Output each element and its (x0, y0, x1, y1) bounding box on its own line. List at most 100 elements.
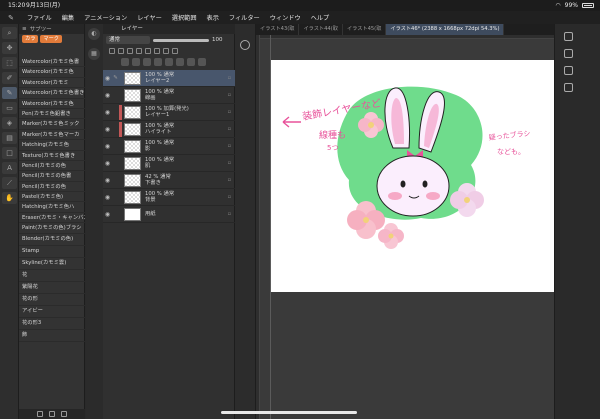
subtool-settings-icon[interactable] (37, 411, 43, 417)
layer-row[interactable]: ◉ ✎ 100 % 通常 レイヤー2 ▫ (103, 70, 235, 87)
brush-item[interactable]: Watercolor(カモミ色 (19, 67, 85, 78)
color-set-icon[interactable] (564, 83, 573, 92)
brush-item[interactable]: Watercolor(カモミ色書 (19, 57, 85, 68)
brush-item[interactable]: Paint(カモミの色)ブラシ (19, 223, 85, 234)
menu-window[interactable]: ウィンドウ (265, 13, 306, 22)
mask-add-icon[interactable] (176, 58, 184, 66)
gradient-tool-icon[interactable]: ▤ (2, 132, 17, 144)
fill-tool-icon[interactable]: ◈ (2, 117, 17, 129)
menu-help[interactable]: ヘルプ (306, 13, 335, 22)
brush-item[interactable]: Pencil(カモミの色 (19, 161, 85, 172)
layer-property-icon[interactable] (564, 32, 573, 41)
layer-row[interactable]: ◉ 100 % 通常 ハイライト ▫ (103, 121, 235, 138)
duplicate-icon[interactable] (165, 58, 173, 66)
eyedropper-tool-icon[interactable]: ✐ (2, 72, 17, 84)
text-tool-icon[interactable]: A (2, 162, 17, 174)
palette-icon[interactable]: ◐ (88, 28, 100, 40)
menu-file[interactable]: ファイル (22, 13, 57, 22)
clip-icon[interactable] (109, 48, 115, 54)
brush-item[interactable]: Pen(カモミ色鉛書き (19, 109, 85, 120)
subtool-tab-marker[interactable]: マーク (40, 35, 62, 43)
trash-icon[interactable] (198, 58, 206, 66)
menu-animation[interactable]: アニメーション (79, 13, 132, 22)
subtool-menu-icon[interactable]: ≡ (22, 26, 27, 32)
merge-icon[interactable] (154, 58, 162, 66)
color-icon[interactable] (172, 48, 178, 54)
brush-item[interactable]: Watercolor(カモミ色 (19, 99, 85, 109)
lock-icon[interactable]: ▫ (228, 143, 231, 149)
ruler-tool-icon[interactable]: ⟋ (2, 177, 17, 189)
menu-layer[interactable]: レイヤー (132, 13, 167, 22)
eye-icon[interactable]: ◉ (103, 160, 112, 167)
eye-icon[interactable]: ◉ (103, 143, 112, 150)
reference-icon[interactable] (118, 48, 124, 54)
add-vector-icon[interactable] (132, 58, 140, 66)
layer-row[interactable]: ◉ 100 % 通常 背景 ▫ (103, 189, 235, 206)
lock-icon[interactable]: ▫ (228, 92, 231, 98)
rule-icon[interactable] (187, 58, 195, 66)
brush-item[interactable]: Pencil(カモミの色 (19, 182, 85, 193)
layer-row[interactable]: ◉ 100 % 通常肌 ▫ (103, 155, 235, 172)
eye-icon[interactable]: ◉ (103, 75, 112, 82)
layer-row[interactable]: ◉ 100 % 加算(発光) レイヤー1 ▫ (103, 104, 235, 121)
brush-item[interactable]: Hatching(カモミ色 (19, 140, 85, 151)
brush-item[interactable]: Blender(カモミの色) (19, 234, 85, 246)
brush-item[interactable]: Pencil(カモミの色書 (19, 171, 85, 182)
layer-row[interactable]: ◉ 100 % 通常影 ▫ (103, 138, 235, 155)
lock-alpha-icon[interactable] (145, 48, 151, 54)
brush-size-icon[interactable] (564, 66, 573, 75)
opacity-slider[interactable] (153, 38, 209, 42)
layer-panel-tab[interactable]: レイヤー (103, 24, 235, 34)
tool-property-icon[interactable] (564, 49, 573, 58)
subtool-delete-icon[interactable] (61, 411, 67, 417)
subtool-tab-color[interactable]: カラ (22, 35, 39, 43)
document-tab[interactable]: イラスト43(取 (256, 24, 300, 35)
lock-icon[interactable]: ▫ (228, 126, 231, 132)
home-indicator[interactable] (221, 411, 357, 414)
menu-filter[interactable]: フィルター (224, 13, 265, 22)
mask-icon[interactable] (154, 48, 160, 54)
eye-icon[interactable]: ◉ (103, 211, 112, 218)
lock-icon[interactable]: ▫ (228, 211, 231, 217)
rotate-icon[interactable] (240, 40, 250, 50)
brush-item[interactable]: Hatching(カモミ色ハ (19, 202, 85, 213)
brush-item[interactable]: 紫陽花 (19, 282, 85, 294)
brush-item[interactable]: アイビー (19, 306, 85, 318)
brush-item[interactable]: Pastel(カモミ色) (19, 192, 85, 203)
document-tab[interactable]: イラスト44(取 (299, 24, 343, 35)
brush-tool-icon[interactable]: ✎ (2, 87, 17, 99)
hand-tool-icon[interactable]: ✋ (2, 192, 17, 204)
layer-row[interactable]: ◉ 用紙 ▫ (103, 206, 235, 223)
blend-mode-select[interactable]: 通常 (106, 36, 150, 44)
subtool-copy-icon[interactable] (49, 411, 55, 417)
eye-icon[interactable]: ◉ (103, 92, 112, 99)
brush-item[interactable]: Marker(カモミ色ミック (19, 119, 85, 130)
eye-icon[interactable]: ◉ (103, 126, 112, 133)
document-tab[interactable]: イラスト46* (2388 x 1668px 72dpi 54.3%) (386, 24, 505, 35)
brush-item[interactable]: Skyline(カモミ雲) (19, 258, 85, 270)
brush-item[interactable]: 花の形3 (19, 318, 85, 330)
material-icon[interactable]: ▦ (88, 48, 100, 60)
edit-target-icon[interactable]: ✎ (112, 75, 119, 81)
lock-icon[interactable]: ▫ (228, 160, 231, 166)
eye-icon[interactable]: ◉ (103, 177, 112, 184)
eye-icon[interactable]: ◉ (103, 109, 112, 116)
add-layer-icon[interactable] (121, 58, 129, 66)
eye-icon[interactable]: ◉ (103, 194, 112, 201)
add-folder-icon[interactable] (143, 58, 151, 66)
lock-icon[interactable]: ▫ (228, 75, 231, 81)
brush-item[interactable]: Watercolor(カモミ色書き (19, 88, 85, 99)
move-tool-icon[interactable]: ✥ (2, 42, 17, 54)
menu-edit[interactable]: 編集 (57, 13, 79, 22)
canvas-paper[interactable]: 装飾レイヤーなど 線種も 5つ 疑ったブラシ なども。 (271, 60, 554, 292)
canvas-workspace[interactable]: 装飾レイヤーなど 線種も 5つ 疑ったブラシ なども。 (256, 35, 554, 419)
lock-icon[interactable]: ▫ (228, 177, 231, 183)
app-logo-icon[interactable]: ✎ (0, 14, 22, 22)
select-tool-icon[interactable]: ⬚ (2, 57, 17, 69)
draft-icon[interactable] (127, 48, 133, 54)
brush-item[interactable]: Watercolor(カモミ (19, 78, 85, 89)
brush-item[interactable]: 花 (19, 270, 85, 282)
menu-view[interactable]: 表示 (202, 13, 224, 22)
eraser-tool-icon[interactable]: ▭ (2, 102, 17, 114)
shape-tool-icon[interactable]: □ (2, 147, 17, 159)
